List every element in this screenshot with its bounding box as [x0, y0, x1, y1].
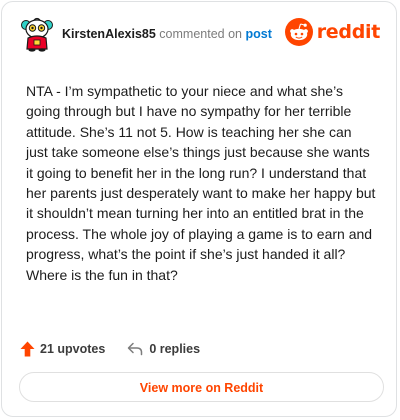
- upvote-arrow-icon: [20, 341, 35, 357]
- replies-button[interactable]: 0 replies: [127, 342, 200, 356]
- upvotes-count: 21 upvotes: [40, 342, 106, 356]
- replies-count: 0 replies: [149, 342, 201, 356]
- commented-on-text: commented on: [159, 27, 242, 41]
- view-more-on-reddit-button[interactable]: View more on Reddit: [19, 372, 384, 402]
- comment-header: KirstenAlexis85 commented on post reddit: [20, 16, 380, 52]
- comment-byline: KirstenAlexis85 commented on post: [62, 27, 272, 41]
- upvotes-button[interactable]: 21 upvotes: [20, 341, 105, 357]
- reddit-logo-icon: [284, 18, 313, 46]
- post-link[interactable]: post: [245, 27, 271, 41]
- snoo-avatar-icon[interactable]: [20, 16, 54, 52]
- username-link[interactable]: KirstenAlexis85: [62, 27, 156, 41]
- reddit-logo[interactable]: reddit: [284, 18, 381, 46]
- reply-arrow-icon: [128, 342, 143, 356]
- comment-body-text: NTA - I’m sympathetic to your niece and …: [26, 83, 376, 283]
- reddit-wordmark: reddit: [316, 21, 381, 43]
- comment-embed-card: KirstenAlexis85 commented on post reddit…: [1, 1, 397, 417]
- comment-footer: 21 upvotes 0 replies: [20, 339, 200, 359]
